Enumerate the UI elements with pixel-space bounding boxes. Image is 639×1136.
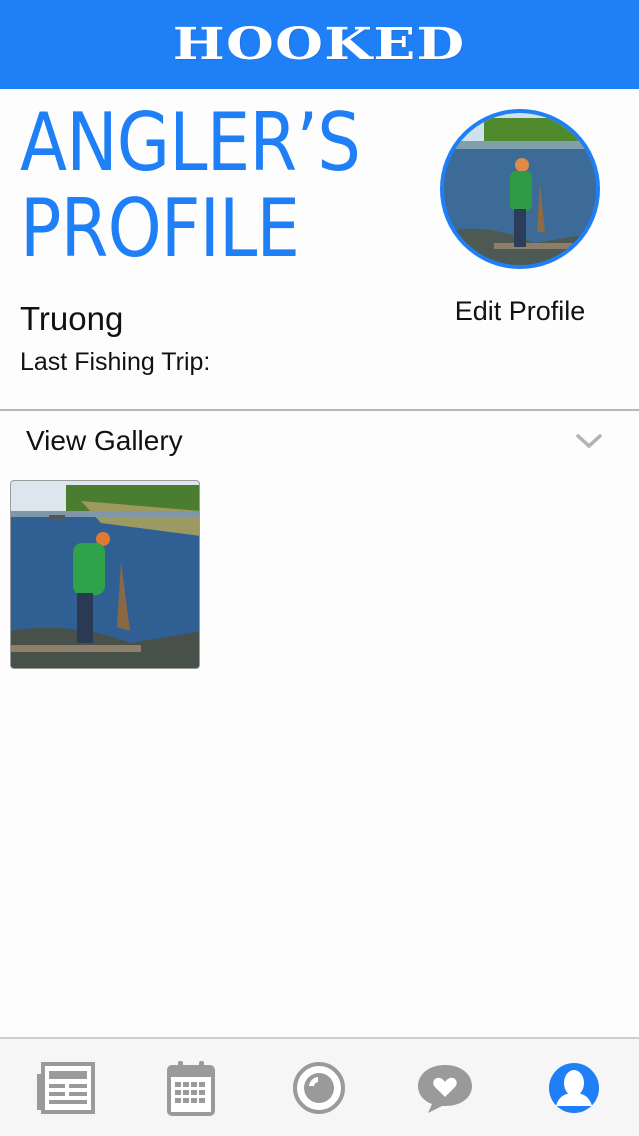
avatar[interactable] (440, 109, 600, 269)
page-title: ANGLER’S PROFILE (20, 100, 420, 272)
page-title-line-2: PROFILE (20, 182, 300, 275)
tab-calendar[interactable] (158, 1057, 224, 1119)
news-icon (37, 1062, 95, 1114)
avatar-photo (444, 113, 596, 265)
tab-profile[interactable] (541, 1057, 607, 1119)
gallery-photo (11, 481, 199, 668)
view-gallery-label: View Gallery (26, 425, 183, 456)
top-bar: HOOKED (0, 0, 639, 89)
page-title-line-1: ANGLER’S (20, 96, 361, 189)
app-logo: HOOKED (173, 19, 466, 70)
tab-news[interactable] (32, 1057, 98, 1119)
chat-icon (418, 1065, 472, 1113)
view-gallery-toggle[interactable]: View Gallery (0, 411, 639, 471)
profile-icon (549, 1063, 599, 1113)
edit-profile-button[interactable]: Edit Profile (440, 296, 600, 327)
tab-bar (0, 1037, 639, 1136)
gallery-thumbnail[interactable] (10, 480, 200, 669)
tab-chat[interactable] (412, 1057, 478, 1119)
chevron-down-icon (576, 434, 602, 449)
calendar-icon (167, 1061, 215, 1116)
tab-camera[interactable] (286, 1057, 352, 1119)
camera-icon (293, 1062, 345, 1114)
last-fishing-trip-label: Last Fishing Trip: (20, 348, 211, 376)
user-name: Truong (20, 300, 124, 337)
